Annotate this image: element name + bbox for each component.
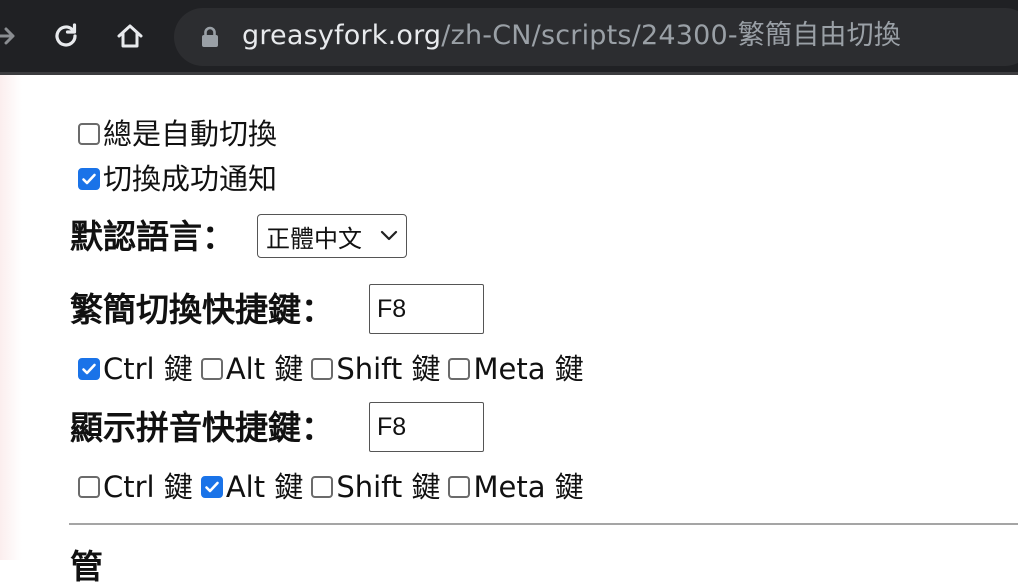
browser-toolbar: greasyfork.org/zh-CN/scripts/24300-繁簡自由切… [0, 0, 1018, 72]
switch-ctrl-label: Ctrl 鍵 [103, 352, 193, 386]
always-switch-option[interactable]: 總是自動切換 [78, 116, 277, 152]
next-section-heading: 管 [70, 547, 103, 586]
pinyin-modifiers-row: Ctrl 鍵 Alt 鍵 Shift 鍵 Meta 鍵 [78, 469, 592, 505]
reload-icon [55, 23, 77, 47]
switch-modifier-shift[interactable]: Shift 鍵 [311, 351, 440, 387]
always-switch-label: 總是自動切換 [103, 117, 278, 151]
url-host: greasyfork.org [242, 20, 442, 51]
switch-meta-checkbox[interactable] [448, 358, 471, 380]
pinyin-ctrl-label: Ctrl 鍵 [103, 470, 193, 504]
url-path: /zh-CN/scripts/24300-繁簡自由切換 [441, 20, 901, 51]
pinyin-modifier-shift[interactable]: Shift 鍵 [311, 469, 440, 505]
switch-alt-checkbox[interactable] [200, 358, 223, 380]
switch-modifier-meta[interactable]: Meta 鍵 [448, 351, 584, 387]
always-switch-checkbox[interactable] [78, 123, 100, 145]
switch-shift-label: Shift 鍵 [336, 352, 441, 386]
default-language-value: 正體中文 [266, 224, 362, 253]
pinyin-hotkey-label: 顯示拼音快捷鍵： [70, 408, 334, 447]
switch-meta-label: Meta 鍵 [473, 352, 584, 386]
arrow-right-icon [0, 27, 15, 45]
url-text[interactable]: greasyfork.org/zh-CN/scripts/24300-繁簡自由切… [242, 17, 901, 55]
notify-success-label: 切換成功通知 [103, 162, 278, 196]
pinyin-modifier-meta[interactable]: Meta 鍵 [448, 469, 584, 505]
pinyin-alt-checkbox[interactable] [200, 476, 223, 498]
page-edge-shade [0, 75, 22, 560]
forward-button[interactable] [0, 14, 28, 58]
chevron-down-icon [380, 230, 398, 241]
pinyin-shift-label: Shift 鍵 [336, 470, 441, 504]
pinyin-hotkey-row: 顯示拼音快捷鍵： [70, 407, 334, 449]
pinyin-shift-checkbox[interactable] [311, 476, 334, 498]
switch-ctrl-checkbox[interactable] [78, 358, 100, 380]
default-language-row: 默認語言： [70, 216, 235, 258]
switch-modifiers-row: Ctrl 鍵 Alt 鍵 Shift 鍵 Meta 鍵 [78, 351, 592, 387]
switch-hotkey-value: F8 [377, 294, 407, 323]
notify-success-checkbox[interactable] [78, 168, 100, 190]
pinyin-meta-checkbox[interactable] [448, 476, 471, 498]
pinyin-meta-label: Meta 鍵 [473, 470, 584, 504]
pinyin-modifier-alt[interactable]: Alt 鍵 [200, 469, 304, 505]
switch-modifier-ctrl[interactable]: Ctrl 鍵 [78, 351, 193, 387]
switch-alt-label: Alt 鍵 [225, 352, 304, 386]
home-button[interactable] [108, 14, 152, 58]
switch-hotkey-row: 繁簡切換快捷鍵： [70, 289, 334, 331]
switch-modifier-alt[interactable]: Alt 鍵 [200, 351, 304, 387]
lock-icon [201, 26, 219, 52]
pinyin-alt-label: Alt 鍵 [225, 470, 304, 504]
notify-success-option[interactable]: 切換成功通知 [78, 161, 277, 197]
pinyin-ctrl-checkbox[interactable] [78, 476, 100, 498]
default-language-label: 默認語言： [70, 217, 235, 256]
pinyin-hotkey-value: F8 [377, 412, 407, 441]
home-icon [117, 24, 143, 48]
checkmark-icon [205, 481, 219, 493]
pinyin-hotkey-input[interactable]: F8 [369, 402, 484, 452]
switch-hotkey-input[interactable]: F8 [369, 284, 484, 334]
reload-button[interactable] [44, 14, 88, 58]
section-divider [69, 523, 1018, 525]
pinyin-modifier-ctrl[interactable]: Ctrl 鍵 [78, 469, 193, 505]
toolbar-divider [0, 72, 1018, 75]
checkmark-icon [82, 363, 96, 375]
switch-shift-checkbox[interactable] [311, 358, 334, 380]
default-language-select[interactable]: 正體中文 [257, 214, 407, 258]
switch-hotkey-label: 繁簡切換快捷鍵： [70, 290, 334, 329]
checkmark-icon [82, 173, 96, 185]
